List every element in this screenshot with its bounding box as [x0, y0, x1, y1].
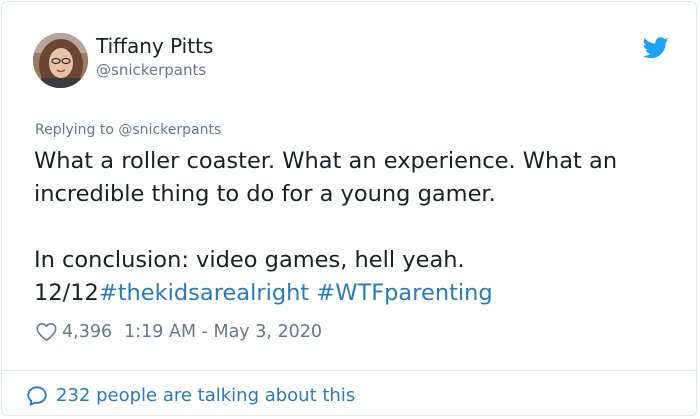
hashtag-link[interactable]: #thekidsarealright: [99, 280, 309, 306]
author-name[interactable]: Tiffany Pitts: [96, 34, 213, 58]
replying-to-label: Replying to: [35, 122, 119, 138]
tweet-line: In conclusion: video games, hell yeah.: [34, 247, 465, 273]
tweet-line: What a roller coaster. What an experienc…: [34, 148, 618, 174]
tweet-meta: 4,396 1:19 AM - May 3, 2020: [36, 319, 322, 345]
replying-to-mention[interactable]: @snickerpants: [118, 122, 221, 138]
twitter-bird-icon[interactable]: [642, 37, 669, 59]
divider: [2, 370, 696, 371]
like-count[interactable]: 4,396: [62, 319, 112, 345]
thread-counter: 12/12: [34, 280, 99, 306]
heart-icon[interactable]: [36, 322, 57, 342]
tweet-line: incredible thing to do for a young gamer…: [34, 181, 496, 207]
avatar[interactable]: [33, 33, 88, 88]
tweet-text: What a roller coaster. What an experienc…: [34, 145, 684, 310]
author-handle[interactable]: @snickerpants: [96, 60, 206, 80]
conversation-link[interactable]: 232 people are talking about this: [26, 382, 355, 410]
tweet-card: Tiffany Pitts @snickerpants Replying to …: [1, 1, 697, 416]
conversation-label[interactable]: 232 people are talking about this: [56, 384, 355, 408]
speech-bubble-icon: [26, 385, 48, 407]
tweet-line-hashtags: 12/12#thekidsarealright #WTFparenting: [34, 277, 684, 310]
hashtag-link[interactable]: #WTFparenting: [316, 280, 492, 306]
replying-to: Replying to @snickerpants: [35, 121, 221, 139]
tweet-timestamp[interactable]: 1:19 AM - May 3, 2020: [124, 319, 322, 345]
